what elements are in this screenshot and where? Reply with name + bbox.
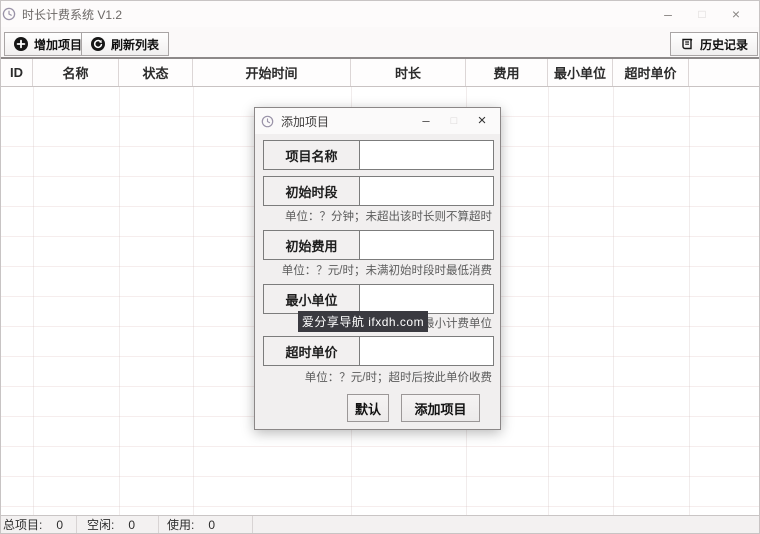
initial-period-label: 初始时段	[264, 177, 360, 205]
add-project-dialog: 添加项目 – □ × 项目名称 初始时段 单位：？分钟；未超出该时长则不算超时 …	[254, 107, 501, 430]
min-unit-label: 最小单位	[264, 285, 360, 313]
overtime-price-hint: 单位：？元/时；超时后按此单价收费	[304, 372, 492, 384]
table-gridline	[613, 87, 614, 517]
project-name-label: 项目名称	[264, 141, 360, 169]
maximize-button[interactable]: □	[685, 1, 719, 27]
project-name-input[interactable]	[360, 141, 493, 169]
watermark-badge: 爱分享导航 ifxdh.com	[298, 311, 428, 332]
status-bar: 总项目: 0 空闲: 0 使用: 0	[1, 515, 759, 533]
dialog-app-icon	[261, 115, 274, 127]
initial-cost-hint: 单位：？元/时；未满初始时段时最低消费	[281, 265, 492, 277]
col-header-filler	[689, 59, 759, 86]
col-header-starttime[interactable]: 开始时间	[193, 59, 351, 86]
col-header-overtime[interactable]: 超时单价	[613, 59, 689, 86]
history-icon	[682, 38, 693, 50]
table-gridline	[193, 87, 194, 517]
refresh-icon	[91, 37, 105, 51]
overtime-price-row: 超时单价	[263, 336, 494, 366]
overtime-price-label: 超时单价	[264, 337, 360, 365]
table-gridline	[548, 87, 549, 517]
dialog-titlebar[interactable]: 添加项目 – □ ×	[255, 108, 500, 134]
close-button[interactable]: ×	[719, 1, 753, 27]
refresh-list-button[interactable]: 刷新列表	[81, 32, 170, 56]
initial-period-input[interactable]	[360, 177, 493, 205]
dialog-minimize-button[interactable]: –	[412, 108, 440, 134]
col-header-id[interactable]: ID	[1, 59, 33, 86]
status-total-label: 总项目:	[3, 518, 43, 532]
default-button[interactable]: 默认	[347, 394, 389, 422]
window-controls: – □ ×	[651, 1, 753, 27]
status-inuse: 使用: 0	[159, 516, 253, 533]
main-titlebar: 时长计费系统 V1.2 – □ ×	[1, 1, 759, 27]
min-unit-hint: 最小计费单位	[423, 318, 492, 330]
app-window: 时长计费系统 V1.2 – □ × 增加项目 刷新列表 历史记录 ID 名称 状…	[0, 0, 760, 534]
plus-icon	[14, 37, 28, 51]
dialog-controls: – □ ×	[412, 108, 496, 134]
status-total: 总项目: 0	[1, 516, 77, 533]
minimize-button[interactable]: –	[651, 1, 685, 27]
app-icon	[2, 7, 16, 21]
table-gridline	[33, 87, 34, 517]
min-unit-row: 最小单位	[263, 284, 494, 314]
table-header: ID 名称 状态 开始时间 时长 费用 最小单位 超时单价	[1, 59, 759, 87]
history-button[interactable]: 历史记录	[669, 32, 758, 56]
project-name-row: 项目名称	[263, 140, 494, 170]
add-project-label: 增加项目	[34, 37, 83, 52]
dialog-title: 添加项目	[281, 114, 330, 129]
toolbar: 增加项目 刷新列表 历史记录	[1, 27, 759, 59]
col-header-status[interactable]: 状态	[119, 59, 193, 86]
overtime-price-input[interactable]	[360, 337, 493, 365]
dialog-maximize-button[interactable]: □	[440, 108, 468, 134]
history-label: 历史记录	[699, 37, 748, 52]
status-inuse-label: 使用:	[167, 518, 195, 532]
col-header-cost[interactable]: 费用	[466, 59, 548, 86]
dialog-footer: 默认 添加项目	[255, 394, 500, 422]
status-inuse-value: 0	[208, 517, 216, 532]
initial-cost-row: 初始费用	[263, 230, 494, 260]
status-idle-label: 空闲:	[87, 518, 115, 532]
initial-cost-input[interactable]	[360, 231, 493, 259]
initial-period-row: 初始时段	[263, 176, 494, 206]
min-unit-input[interactable]	[360, 285, 493, 313]
initial-period-hint: 单位：？分钟；未超出该时长则不算超时	[285, 211, 492, 223]
add-project-button[interactable]: 增加项目	[4, 32, 93, 56]
col-header-duration[interactable]: 时长	[351, 59, 466, 86]
refresh-list-label: 刷新列表	[111, 37, 160, 52]
status-total-value: 0	[56, 517, 64, 532]
dialog-close-button[interactable]: ×	[468, 108, 496, 134]
status-idle: 空闲: 0	[77, 516, 159, 533]
table-gridline	[119, 87, 120, 517]
submit-add-project-button[interactable]: 添加项目	[401, 394, 480, 422]
col-header-name[interactable]: 名称	[33, 59, 119, 86]
table-gridline	[689, 87, 690, 517]
initial-cost-label: 初始费用	[264, 231, 360, 259]
status-idle-value: 0	[128, 517, 136, 532]
window-title: 时长计费系统 V1.2	[22, 7, 123, 22]
col-header-minunit[interactable]: 最小单位	[548, 59, 613, 86]
